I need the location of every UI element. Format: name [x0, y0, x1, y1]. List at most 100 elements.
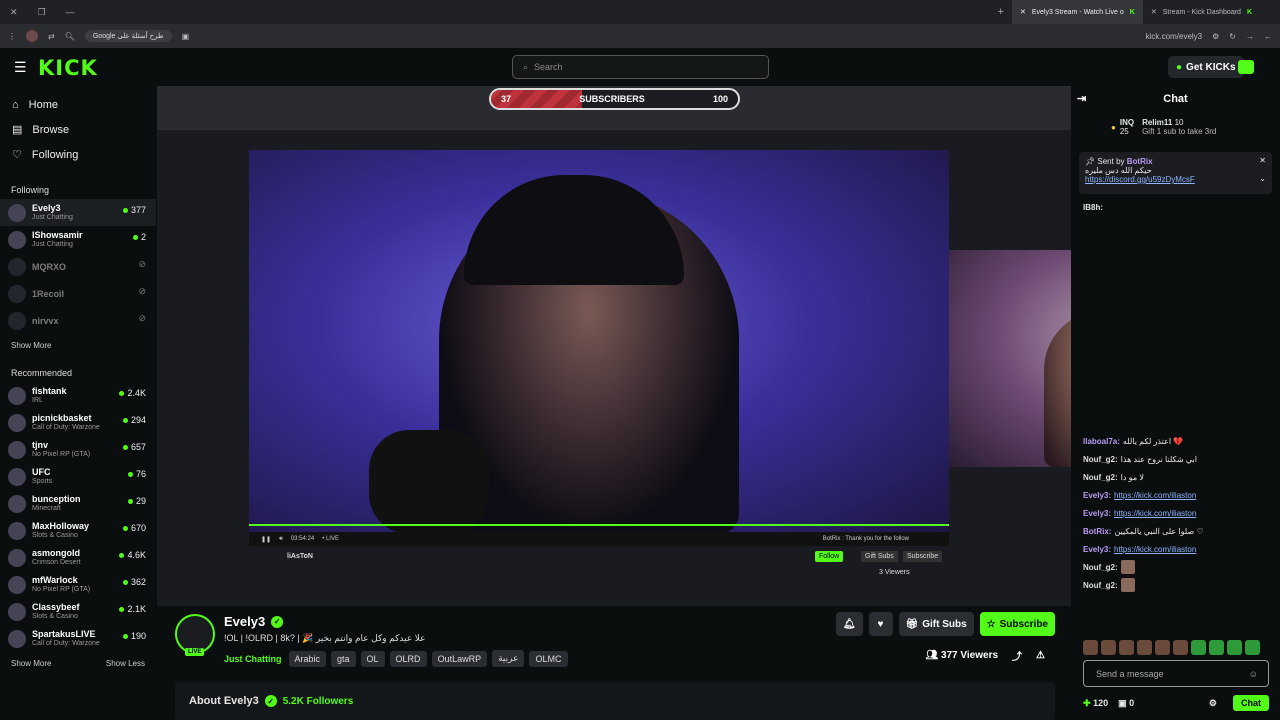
chat-username[interactable]: Nouf_g2:	[1083, 455, 1118, 464]
volume-icon[interactable]: 🔊︎	[279, 536, 283, 543]
sidebar-channel-bunception[interactable]: bunception Minecraft 29	[0, 490, 156, 517]
show-more-following[interactable]: Show More	[0, 334, 156, 356]
chevron-down-icon[interactable]: ⌄	[1259, 174, 1266, 183]
chat-link[interactable]: https://kick.com/iliaston	[1114, 491, 1196, 500]
minimize-window-icon[interactable]: —	[56, 7, 85, 17]
emote-icon[interactable]	[1155, 640, 1170, 655]
sidebar-channel-mqrxo[interactable]: MQRXO ⊘	[0, 253, 156, 280]
pinned-link[interactable]: https://discord.gg/u59zDyMcsF	[1085, 175, 1195, 184]
search-input[interactable]: ⌕ Search	[512, 55, 769, 79]
sidebar-channel-picnickbasket[interactable]: picnickbasket Call of Duty: Warzone 294	[0, 409, 156, 436]
tab-evely3-stream[interactable]: ✕ Evely3 Stream - Watch Live o K	[1011, 0, 1143, 24]
sidebar-channel-evely3[interactable]: Evely3 Just Chatting 377	[0, 199, 156, 226]
sidebar-channel-1recoil[interactable]: 1Recoil ⊘	[0, 280, 156, 307]
close-tab-icon[interactable]: ✕	[1020, 8, 1026, 16]
emote-icon[interactable]	[1173, 640, 1188, 655]
get-kicks-button[interactable]: ● Get KICKs	[1168, 56, 1244, 78]
sidebar-channel-maxholloway[interactable]: MaxHolloway Slots & Casino 670	[0, 517, 156, 544]
sidebar-channel-ufc[interactable]: UFC Sports 76	[0, 463, 156, 490]
site-settings-icon[interactable]: ⚙	[1212, 32, 1219, 41]
report-icon[interactable]: ⚠	[1036, 650, 1045, 661]
stream-progress-line	[249, 524, 949, 526]
tag[interactable]: OutLawRP	[431, 650, 488, 667]
show-less-button[interactable]: Show Less	[106, 659, 145, 668]
chat-username[interactable]: Evely3:	[1083, 545, 1111, 554]
translate-icon[interactable]: ⇄	[48, 32, 55, 41]
share-icon[interactable]: ⤴	[1012, 648, 1022, 663]
kick-logo[interactable]: KICK	[38, 56, 98, 80]
hamburger-menu-icon[interactable]: ☰	[14, 59, 27, 76]
extension-icon[interactable]: ▣	[182, 32, 190, 41]
sidebar-channel-spartakuslive[interactable]: SpartakusLIVE Call of Duty: Warzone 190	[0, 625, 156, 652]
unpin-icon[interactable]: ✕	[1259, 156, 1266, 165]
new-tab-icon[interactable]: +	[990, 6, 1012, 18]
more-menu-icon[interactable]: ⋮	[8, 32, 16, 41]
forward-icon[interactable]: →	[1246, 32, 1254, 41]
url-text[interactable]: kick.com/evely3	[1146, 32, 1202, 41]
zoom-icon[interactable]: 🔍︎	[65, 32, 75, 41]
tag[interactable]: gta	[331, 650, 356, 667]
emote-icon[interactable]	[1119, 640, 1134, 655]
viewers-row: 👥︎ 377 Viewers ⤴ ⚠	[925, 648, 1045, 663]
tag[interactable]: Arabic	[288, 650, 327, 667]
chat-username[interactable]: llaboal7a:	[1083, 437, 1120, 446]
tag[interactable]: OL	[360, 650, 385, 667]
emote-icon[interactable]	[1101, 640, 1116, 655]
sidebar-channel-fishtank[interactable]: fishtank IRL 2.4K	[0, 382, 156, 409]
emote-icon[interactable]	[1209, 640, 1224, 655]
sidebar-channel-asmongold[interactable]: asmongold Crimson Desert 4.6K	[0, 544, 156, 571]
emote-icon[interactable]	[1191, 640, 1206, 655]
back-icon[interactable]: ←	[1264, 32, 1272, 41]
google-search-chip[interactable]: Google طرح أسئلة على	[84, 30, 172, 42]
chat-link[interactable]: https://kick.com/iliaston	[1114, 509, 1196, 518]
chat-username[interactable]: Nouf_g2:	[1083, 563, 1118, 572]
chat-username[interactable]: IB8h:	[1083, 203, 1103, 212]
chat-send-button[interactable]: Chat	[1233, 695, 1269, 711]
close-tab-icon[interactable]: ✕	[1151, 8, 1157, 16]
chat-input[interactable]: Send a message ☺	[1083, 660, 1269, 687]
emoji-icon[interactable]: ☺	[1249, 669, 1258, 679]
video-player[interactable]: ❚❚ 🔊︎ 03:54:24 • LIVE BotRix : Thank you…	[157, 86, 1071, 606]
gift-subs-button[interactable]: 🎁︎ Gift Subs	[898, 612, 974, 636]
sidebar-channel-tjnv[interactable]: tjnv No Pixel RP (GTA) 657	[0, 436, 156, 463]
chat-settings-icon[interactable]: ⚙	[1209, 698, 1217, 709]
emote-icon[interactable]	[1227, 640, 1242, 655]
leaderboard-score: 10	[1174, 118, 1184, 127]
emote-icon[interactable]	[1083, 640, 1098, 655]
chat-link[interactable]: https://kick.com/iliaston	[1114, 545, 1196, 554]
emote-icon[interactable]	[1137, 640, 1152, 655]
nav-following[interactable]: ♡ Following	[0, 142, 156, 167]
reload-icon[interactable]: ↻	[1229, 32, 1236, 41]
tag[interactable]: OLRD	[389, 650, 427, 667]
nav-home[interactable]: ⌂ Home	[0, 92, 156, 117]
sidebar-channel-nirvvx[interactable]: nirvvx ⊘	[0, 307, 156, 334]
tag[interactable]: OLMC	[529, 650, 568, 667]
user-avatar[interactable]	[1238, 60, 1254, 74]
notification-bell-button[interactable]: 🔔︎	[835, 612, 863, 636]
category-link[interactable]: Just Chatting	[224, 654, 282, 664]
follow-heart-button[interactable]: ♥	[868, 612, 893, 636]
nav-browse[interactable]: ▤ Browse	[0, 117, 156, 142]
collapse-chat-icon[interactable]: ⇥	[1077, 92, 1086, 105]
emote-icon[interactable]	[1245, 640, 1260, 655]
sidebar-channel-classybeef[interactable]: Classybeef Slots & Casino 2.1K	[0, 598, 156, 625]
sidebar-channel-lshowsamir[interactable]: lShowsamir Just Chatting 2	[0, 226, 156, 253]
profile-avatar-icon[interactable]	[26, 30, 38, 42]
sidebar-channel-mfwarlock[interactable]: mfWarlock No Pixel RP (GTA) 362	[0, 571, 156, 598]
streamer-name[interactable]: Evely3	[224, 614, 265, 629]
chat-username[interactable]: BotRix:	[1083, 527, 1111, 536]
pause-icon[interactable]: ❚❚	[261, 536, 271, 543]
chat-username[interactable]: Nouf_g2:	[1083, 473, 1118, 482]
chat-username[interactable]: Evely3:	[1083, 509, 1111, 518]
show-more-button[interactable]: Show More	[11, 659, 51, 668]
close-window-icon[interactable]: ✕	[0, 7, 28, 18]
restore-window-icon[interactable]: ❐	[28, 7, 56, 18]
subscribe-button[interactable]: ☆ Subscribe	[979, 612, 1055, 636]
live-indicator: • LIVE	[322, 536, 339, 542]
verified-icon: ✓	[271, 615, 284, 628]
chat-username[interactable]: Evely3:	[1083, 491, 1111, 500]
tag[interactable]: عربية	[492, 650, 525, 667]
tab-kick-dashboard[interactable]: ✕ Stream - Kick Dashboard K	[1143, 0, 1260, 24]
chat-line: llaboal7a: اعتذر لكم يالله 💔	[1071, 432, 1280, 450]
chat-username[interactable]: Nouf_g2:	[1083, 581, 1118, 590]
